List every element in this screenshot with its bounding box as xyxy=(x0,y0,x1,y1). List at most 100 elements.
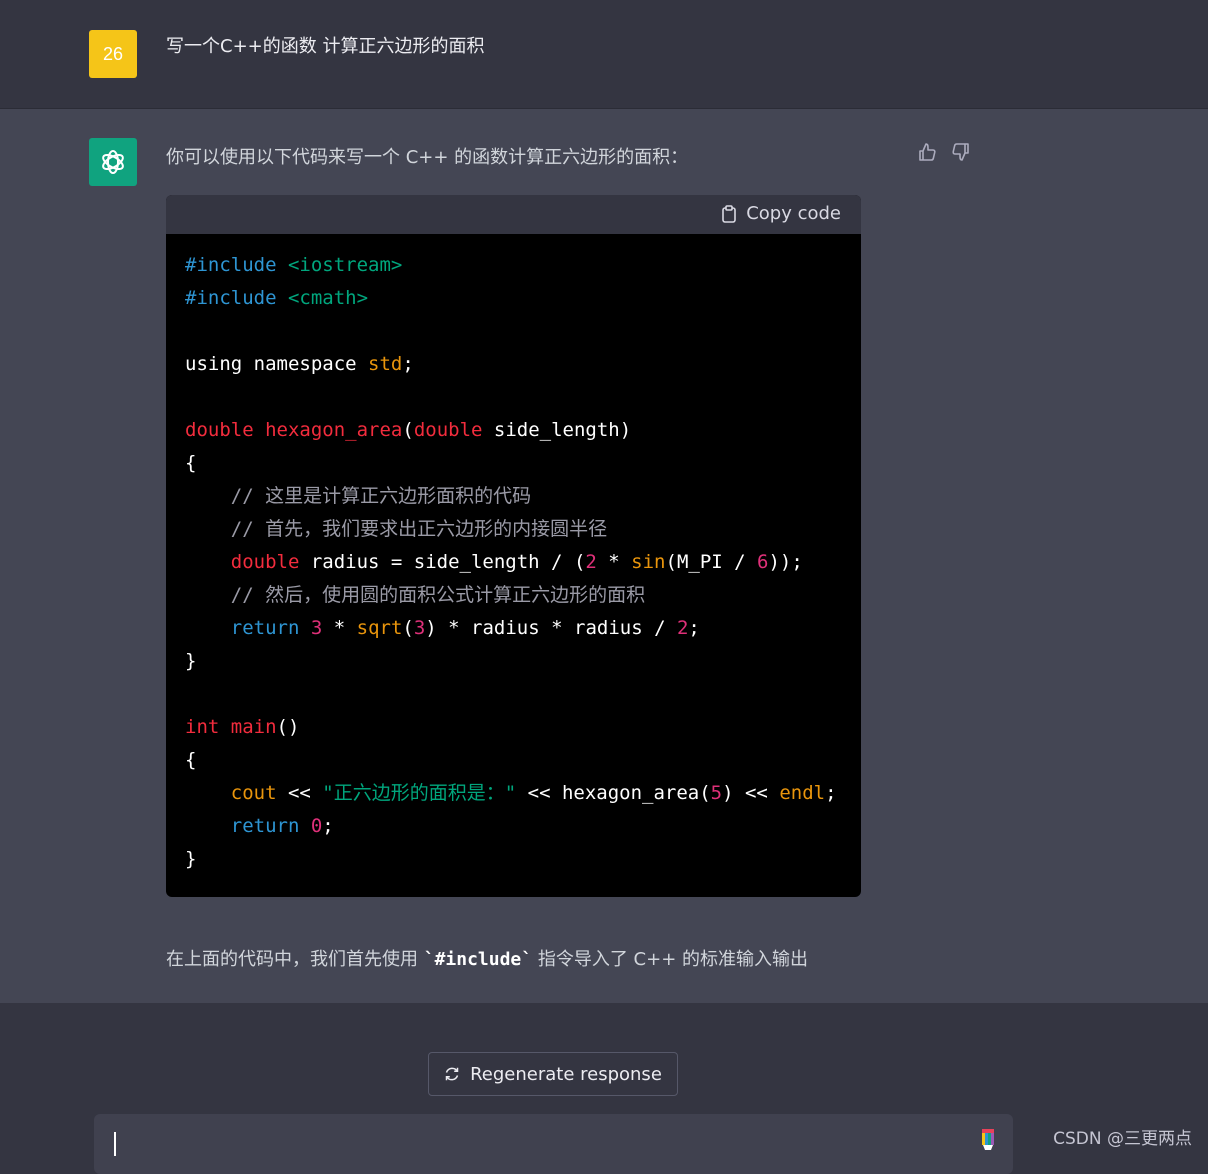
code-token: ( xyxy=(402,419,414,441)
code-token: 6 xyxy=(757,551,769,573)
assistant-avatar xyxy=(89,138,137,186)
code-content: #include <iostream> #include <cmath> usin… xyxy=(185,249,837,876)
code-token: double xyxy=(230,551,311,573)
code-token: ; xyxy=(688,617,700,639)
clipboard-icon xyxy=(722,204,737,223)
copy-code-button[interactable]: Copy code xyxy=(721,203,841,224)
code-token: ( xyxy=(402,617,414,639)
code-line: double hexagon_area(double side_length) xyxy=(185,414,837,447)
code-token: #include xyxy=(185,287,288,309)
assistant-message-row: 你可以使用以下代码来写一个 C++ 的函数计算正六边形的面积： Copy cod… xyxy=(0,109,1208,1003)
code-token: // 首先，我们要求出正六边形的内接圆半径 xyxy=(185,518,608,540)
code-token: ) * radius * radius / xyxy=(425,617,677,639)
code-token: 0 xyxy=(310,815,323,837)
code-token: double xyxy=(185,419,266,441)
user-message-row: 26 写一个C++的函数 计算正六边形的面积 xyxy=(0,0,1208,109)
code-token: 5 xyxy=(710,782,723,804)
code-line: #include <iostream> xyxy=(185,249,837,282)
code-line: } xyxy=(185,645,837,678)
assistant-intro-text: 你可以使用以下代码来写一个 C++ 的函数计算正六边形的面积： xyxy=(166,147,689,168)
code-token: <cmath> xyxy=(287,287,369,309)
code-token: ; xyxy=(322,815,334,837)
code-token: << hexagon_area( xyxy=(516,782,711,804)
code-token: 2 xyxy=(585,551,597,573)
code-token: hexagon_area xyxy=(265,419,403,441)
code-token: sqrt xyxy=(356,617,403,639)
code-token: #include xyxy=(185,254,288,276)
code-line: return 0; xyxy=(185,810,837,843)
code-token: << xyxy=(276,782,323,804)
code-token: { xyxy=(185,452,197,474)
code-token: main xyxy=(230,716,277,738)
inline-code: `#include` xyxy=(423,949,533,970)
user-message-text: 写一个C++的函数 计算正六边形的面积 xyxy=(166,36,485,57)
code-line: return 3 * sqrt(3) * radius * radius / 2… xyxy=(185,612,837,645)
code-token: } xyxy=(185,848,197,870)
code-line: int main() xyxy=(185,711,837,744)
openai-logo-icon xyxy=(102,150,124,174)
user-avatar: 26 xyxy=(89,30,137,78)
code-line: // 这里是计算正六边形面积的代码 xyxy=(185,480,837,513)
code-header: Copy code xyxy=(166,195,861,234)
csdn-watermark: CSDN @三更两点 xyxy=(1053,1129,1192,1149)
outro-text-before: 在上面的代码中，我们首先使用 xyxy=(166,949,424,970)
code-token: using namespace xyxy=(185,353,369,375)
code-token: * xyxy=(596,551,632,573)
code-line: } xyxy=(185,843,837,876)
code-token: ) << xyxy=(722,782,780,804)
code-line: // 然后，使用圆的面积公式计算正六边形的面积 xyxy=(185,579,837,612)
code-token: ; xyxy=(825,782,837,804)
code-token: } xyxy=(185,650,197,672)
code-token: 3 xyxy=(310,617,323,639)
code-block: Copy code #include <iostream> #include <c… xyxy=(166,195,861,897)
regenerate-label: Regenerate response xyxy=(470,1063,662,1085)
code-line: { xyxy=(185,447,837,480)
assistant-outro-text: 在上面的代码中，我们首先使用 `#include` 指令导入了 C++ 的标准输… xyxy=(166,945,808,971)
code-token: { xyxy=(185,749,197,771)
text-caret xyxy=(114,1132,116,1156)
code-token: <iostream> xyxy=(287,254,403,276)
code-token: () xyxy=(276,716,300,738)
code-token: 3 xyxy=(413,617,426,639)
code-token: std xyxy=(368,353,403,375)
code-token: return xyxy=(230,617,311,639)
code-token: // 然后，使用圆的面积公式计算正六边形的面积 xyxy=(185,584,646,606)
code-token: // 这里是计算正六边形面积的代码 xyxy=(185,485,532,507)
code-token: return xyxy=(230,815,311,837)
code-line: cout << "正六边形的面积是：" << hexagon_area(5) <… xyxy=(185,777,837,810)
code-token: side_length) xyxy=(493,419,632,441)
regenerate-response-button[interactable]: Regenerate response xyxy=(428,1052,678,1096)
code-token: (M_PI / xyxy=(665,551,758,573)
code-token: double xyxy=(413,419,494,441)
outro-text-after: 指令导入了 C++ 的标准输入输出 xyxy=(532,949,809,970)
microphone-icon[interactable] xyxy=(980,1129,996,1153)
refresh-icon xyxy=(445,1067,459,1081)
code-line: using namespace std; xyxy=(185,348,837,381)
thumbs-up-icon[interactable] xyxy=(916,141,938,163)
code-token: * xyxy=(322,617,357,639)
code-token: ; xyxy=(402,353,414,375)
code-line: #include <cmath> xyxy=(185,282,837,315)
code-token: sin xyxy=(631,551,666,573)
code-token: radius = side_length / ( xyxy=(310,551,586,573)
code-token: )); xyxy=(768,551,803,573)
code-token: endl xyxy=(779,782,826,804)
copy-code-label: Copy code xyxy=(746,203,841,224)
thumbs-down-icon[interactable] xyxy=(950,141,972,163)
code-token: 2 xyxy=(676,617,689,639)
code-token: int xyxy=(185,716,231,738)
code-line: { xyxy=(185,744,837,777)
code-line: double radius = side_length / (2 * sin(M… xyxy=(185,546,837,579)
code-token: cout xyxy=(230,782,277,804)
message-input[interactable] xyxy=(94,1114,1013,1174)
code-token: "正六边形的面积是：" xyxy=(322,782,517,804)
user-avatar-text: 26 xyxy=(102,43,124,64)
code-line: // 首先，我们要求出正六边形的内接圆半径 xyxy=(185,513,837,546)
